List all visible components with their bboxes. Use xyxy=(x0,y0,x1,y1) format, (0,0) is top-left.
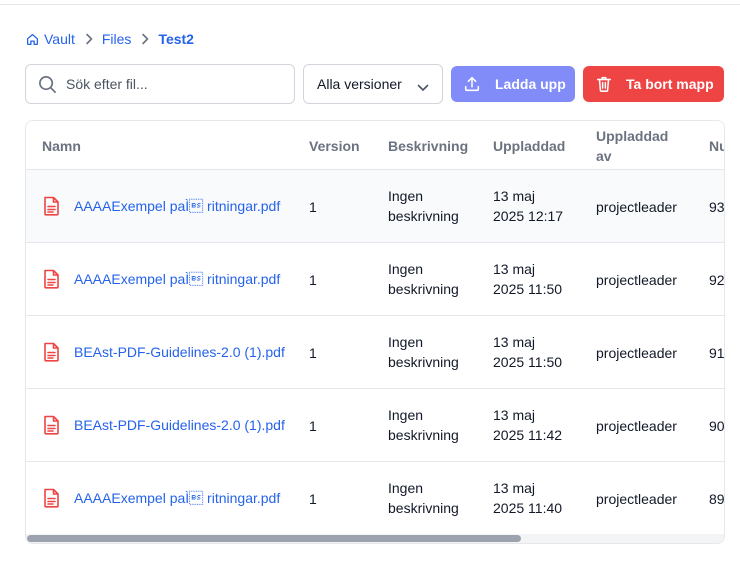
column-header-uploaded-by-line1: Uppladdad xyxy=(596,128,669,144)
upload-button[interactable]: Ladda upp xyxy=(451,66,575,102)
uploaded-line2: 2025 12:17 xyxy=(493,208,564,224)
search-icon xyxy=(38,75,57,99)
description-line2: beskrivning xyxy=(388,427,459,443)
uploaded-by-cell: projectleader xyxy=(596,272,677,288)
uploaded-line2: 2025 11:42 xyxy=(493,427,563,443)
file-link[interactable]: AAAAExempel paÌ ritningar.pdf xyxy=(74,198,280,214)
version-select-value: Alla versioner xyxy=(317,76,402,92)
chevron-right-icon xyxy=(85,33,93,45)
version-cell: 1 xyxy=(309,199,317,215)
table-row[interactable]: AAAAExempel paÌ ritningar.pdf 1 Ingen b… xyxy=(26,170,725,243)
table-row[interactable]: AAAAExempel paÌ ritningar.pdf 1 Ingen b… xyxy=(26,243,725,316)
uploaded-cell: 13 maj 2025 11:40 xyxy=(493,478,562,518)
breadcrumb-vault[interactable]: Vault xyxy=(26,31,75,47)
pdf-file-icon xyxy=(43,415,61,435)
version-cell: 1 xyxy=(309,418,317,434)
column-header-name[interactable]: Namn xyxy=(42,136,81,156)
files-table: Namn Version Beskrivning Uppladdad Uppla… xyxy=(25,120,725,544)
description-line2: beskrivning xyxy=(388,208,459,224)
table-row[interactable]: BEAst-PDF-Guidelines-2.0 (1).pdf 1 Ingen… xyxy=(26,389,725,462)
uploaded-cell: 13 maj 2025 11:50 xyxy=(493,259,562,299)
uploaded-by-cell: projectleader xyxy=(596,345,677,361)
file-name-cell: AAAAExempel paÌ ritningar.pdf xyxy=(43,196,280,216)
uploaded-line1: 13 maj xyxy=(493,480,536,496)
delete-folder-button-label: Ta bort mapp xyxy=(626,76,714,92)
file-link[interactable]: BEAst-PDF-Guidelines-2.0 (1).pdf xyxy=(74,417,285,433)
description-line1: Ingen xyxy=(388,480,424,496)
description-cell: Ingen beskrivning xyxy=(388,478,459,518)
description-cell: Ingen beskrivning xyxy=(388,186,459,226)
version-select[interactable]: Alla versioner xyxy=(303,64,443,104)
file-name-cell: BEAst-PDF-Guidelines-2.0 (1).pdf xyxy=(43,342,285,362)
column-header-version[interactable]: Version xyxy=(309,136,360,156)
column-header-number[interactable]: Nu xyxy=(709,136,724,156)
version-cell: 1 xyxy=(309,272,317,288)
uploaded-by-cell: projectleader xyxy=(596,491,677,507)
column-header-uploaded[interactable]: Uppladdad xyxy=(493,136,565,156)
number-cell: 90 xyxy=(709,418,725,434)
table-header: Namn Version Beskrivning Uppladdad Uppla… xyxy=(26,121,724,170)
breadcrumb-current: Test2 xyxy=(158,31,194,47)
uploaded-line1: 13 maj xyxy=(493,188,536,204)
description-line1: Ingen xyxy=(388,407,424,423)
table-row[interactable]: BEAst-PDF-Guidelines-2.0 (1).pdf 1 Ingen… xyxy=(26,316,725,389)
chevron-right-icon xyxy=(141,33,149,45)
description-line2: beskrivning xyxy=(388,500,459,516)
file-name-cell: AAAAExempel paÌ ritningar.pdf xyxy=(43,269,280,289)
description-line2: beskrivning xyxy=(388,354,459,370)
uploaded-line1: 13 maj xyxy=(493,407,536,423)
file-link[interactable]: AAAAExempel paÌ ritningar.pdf xyxy=(74,490,280,506)
pdf-file-icon xyxy=(43,488,61,508)
uploaded-cell: 13 maj 2025 11:50 xyxy=(493,332,562,372)
uploaded-by-cell: projectleader xyxy=(596,418,677,434)
column-header-uploaded-by[interactable]: Uppladdad av xyxy=(596,126,668,166)
horizontal-scrollbar[interactable] xyxy=(26,534,724,543)
uploaded-by-cell: projectleader xyxy=(596,199,677,215)
top-border xyxy=(0,0,740,5)
upload-icon xyxy=(463,75,481,96)
description-line1: Ingen xyxy=(388,261,424,277)
version-cell: 1 xyxy=(309,345,317,361)
uploaded-line2: 2025 11:50 xyxy=(493,354,563,370)
description-line1: Ingen xyxy=(388,188,424,204)
uploaded-line2: 2025 11:50 xyxy=(493,281,563,297)
scrollbar-thumb[interactable] xyxy=(27,535,521,542)
file-name-cell: AAAAExempel paÌ ritningar.pdf xyxy=(43,488,280,508)
column-header-description[interactable]: Beskrivning xyxy=(388,136,468,156)
description-cell: Ingen beskrivning xyxy=(388,332,459,372)
uploaded-cell: 13 maj 2025 11:42 xyxy=(493,405,562,445)
description-cell: Ingen beskrivning xyxy=(388,259,459,299)
pdf-file-icon xyxy=(43,342,61,362)
number-cell: 91 xyxy=(709,345,725,361)
file-link[interactable]: BEAst-PDF-Guidelines-2.0 (1).pdf xyxy=(74,344,285,360)
file-link[interactable]: AAAAExempel paÌ ritningar.pdf xyxy=(74,271,280,287)
number-cell: 93 xyxy=(709,199,725,215)
uploaded-line1: 13 maj xyxy=(493,261,536,277)
uploaded-line1: 13 maj xyxy=(493,334,536,350)
file-name-cell: BEAst-PDF-Guidelines-2.0 (1).pdf xyxy=(43,415,285,435)
search-input[interactable] xyxy=(66,65,286,103)
number-cell: 89 xyxy=(709,491,725,507)
upload-button-label: Ladda upp xyxy=(495,76,566,92)
description-line2: beskrivning xyxy=(388,281,459,297)
uploaded-cell: 13 maj 2025 12:17 xyxy=(493,186,563,226)
search-box xyxy=(25,64,295,104)
version-cell: 1 xyxy=(309,491,317,507)
number-cell: 92 xyxy=(709,272,725,288)
breadcrumb-files[interactable]: Files xyxy=(102,31,132,47)
pdf-file-icon xyxy=(43,196,61,216)
uploaded-line2: 2025 11:40 xyxy=(493,500,563,516)
delete-folder-button[interactable]: Ta bort mapp xyxy=(583,66,724,102)
description-cell: Ingen beskrivning xyxy=(388,405,459,445)
pdf-file-icon xyxy=(43,269,61,289)
table-row[interactable]: AAAAExempel paÌ ritningar.pdf 1 Ingen b… xyxy=(26,462,725,535)
chevron-down-icon xyxy=(417,79,429,95)
breadcrumb-vault-label: Vault xyxy=(44,31,75,47)
trash-icon xyxy=(595,75,613,96)
home-icon xyxy=(26,33,39,46)
description-line1: Ingen xyxy=(388,334,424,350)
column-header-uploaded-by-line2: av xyxy=(596,148,612,164)
breadcrumb: Vault Files Test2 xyxy=(26,30,194,48)
